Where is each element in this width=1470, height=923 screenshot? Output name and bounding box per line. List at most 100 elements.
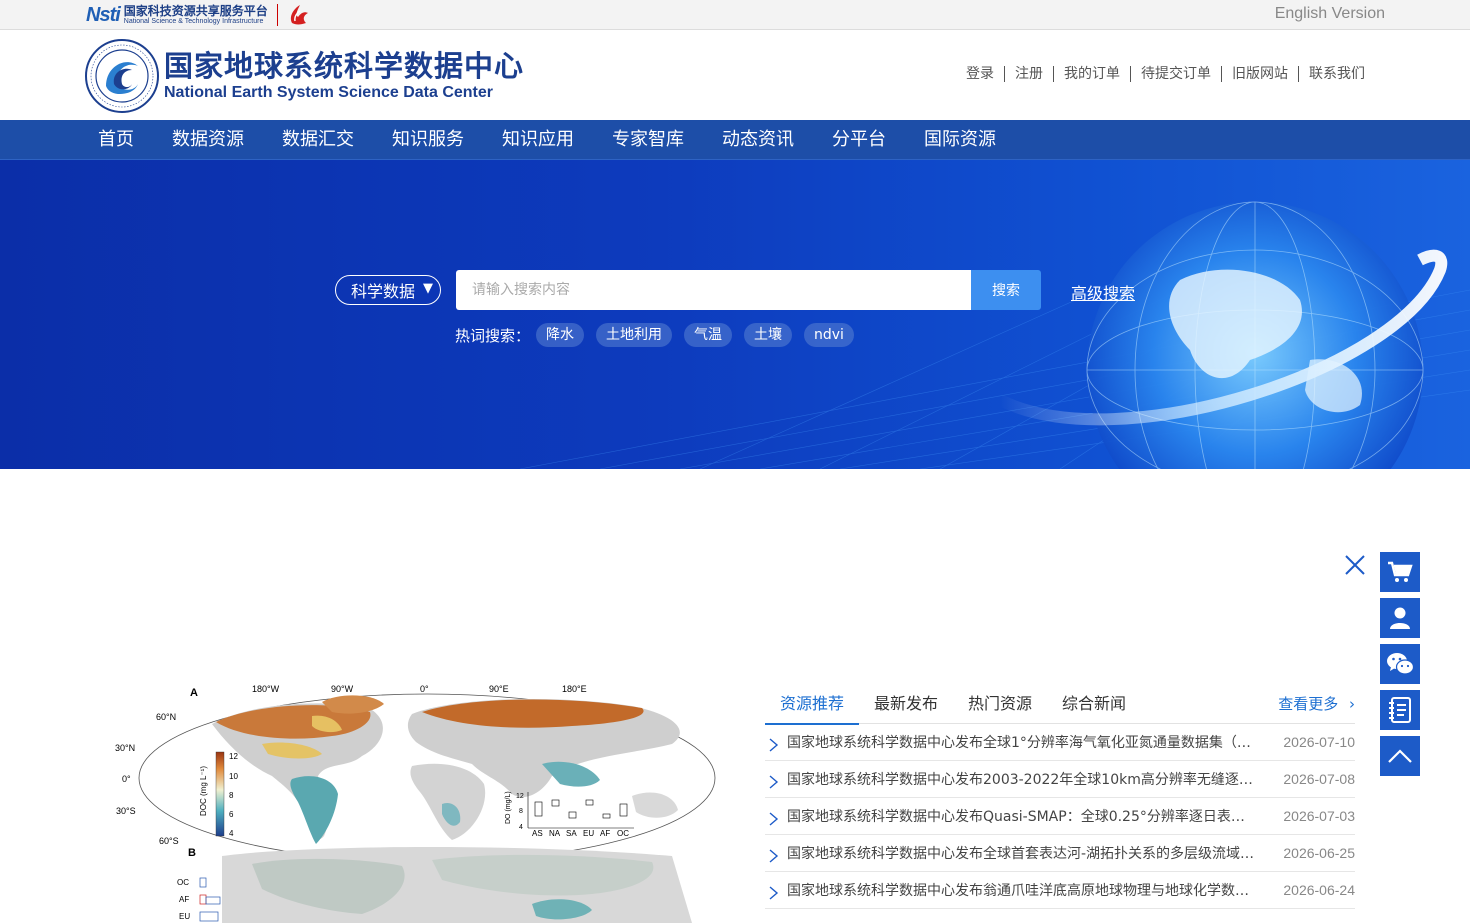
site-logo[interactable]: 国家地球系统科学数据中心 National Earth System Scien…: [84, 38, 524, 114]
advanced-search-link[interactable]: 高级搜索: [1071, 280, 1135, 304]
news-title[interactable]: 国家地球系统科学数据中心发布Quasi-SMAP：全球0.25°分辨率逐日表层…: [787, 806, 1257, 826]
news-title[interactable]: 国家地球系统科学数据中心发布翁通爪哇洋底高原地球物理与地球化学数…: [787, 880, 1257, 900]
globe-banner-art: [519, 201, 1470, 469]
news-tabs: 资源推荐 最新发布 热门资源 综合新闻 查看更多 ›: [765, 684, 1355, 725]
inset-ytick: 8: [519, 808, 523, 815]
wechat-button[interactable]: [1380, 644, 1420, 684]
lon-label: 90°E: [489, 684, 509, 694]
panel-b-category: EU: [179, 912, 190, 921]
colorbar-tick: 8: [229, 791, 234, 800]
news-date: 2026-06-25: [1283, 845, 1355, 861]
colorbar-tick: 6: [229, 810, 234, 819]
lat-label: 30°S: [116, 806, 136, 816]
inset-ytick: 12: [516, 793, 524, 800]
nsti-logo[interactable]: Nsti 国家科技资源共享服务平台 National Science & Tec…: [86, 3, 312, 27]
back-to-top-button[interactable]: [1380, 736, 1420, 776]
lat-label: 60°S: [159, 836, 179, 846]
lon-label: 180°W: [252, 684, 280, 694]
main-nav: 首页 数据资源 数据汇交 知识服务 知识应用 专家智库 动态资讯 分平台 国际资…: [0, 120, 1470, 160]
inset-ytick: 4: [519, 824, 523, 831]
site-title-cn: 国家地球系统科学数据中心: [164, 49, 525, 83]
chevron-right-icon: [769, 886, 779, 900]
nav-item-knowledge-apps[interactable]: 知识应用: [502, 120, 574, 160]
close-icon[interactable]: [1343, 553, 1367, 577]
panel-b-label: B: [188, 847, 196, 859]
nav-item-home[interactable]: 首页: [98, 120, 134, 160]
hot-tag[interactable]: 土壤: [744, 323, 792, 347]
tab-popular[interactable]: 热门资源: [953, 684, 1047, 724]
news-title[interactable]: 国家地球系统科学数据中心发布2003-2022年全球10km高分辨率无缝逐日…: [787, 769, 1257, 789]
featured-resource-map[interactable]: A 180°W 90°W 0° 90°E 180°E 60°N 30°N 0° …: [112, 684, 722, 923]
search-button[interactable]: 搜索: [971, 270, 1041, 310]
manual-button[interactable]: [1380, 690, 1420, 730]
english-version-link[interactable]: English Version: [1275, 5, 1385, 23]
tab-latest[interactable]: 最新发布: [859, 684, 953, 724]
list-item[interactable]: 国家地球系统科学数据中心发布全球首套表达河-湖拓扑关系的多层级流域… 2026-…: [765, 835, 1355, 872]
colorbar-label: DOC (mg L⁻¹): [199, 766, 208, 816]
hot-words-list: 降水 土地利用 气温 土壤 ndvi: [536, 323, 866, 347]
register-link[interactable]: 注册: [1004, 66, 1053, 82]
hot-tag[interactable]: 降水: [536, 323, 584, 347]
tab-recommended[interactable]: 资源推荐: [765, 684, 860, 725]
news-date: 2026-07-10: [1283, 734, 1355, 750]
list-item[interactable]: 国家地球系统科学数据中心发布Quasi-SMAP：全球0.25°分辨率逐日表层……: [765, 798, 1355, 835]
user-icon: [1390, 607, 1410, 629]
chevron-down-icon: ▼: [423, 281, 433, 296]
hot-tag[interactable]: 气温: [684, 323, 732, 347]
inset-category: OC: [617, 829, 629, 838]
site-header: 国家地球系统科学数据中心 National Earth System Scien…: [0, 30, 1470, 120]
nav-item-sub-platforms[interactable]: 分平台: [832, 120, 886, 160]
back-to-top-icon: [1388, 749, 1412, 763]
top-strip: Nsti 国家科技资源共享服务平台 National Science & Tec…: [0, 0, 1470, 30]
news-title[interactable]: 国家地球系统科学数据中心发布全球1°分辨率海气氧化亚氮通量数据集（…: [787, 732, 1257, 752]
search-input[interactable]: [456, 270, 972, 310]
panel-b-category: AF: [179, 895, 189, 904]
colorbar-tick: 12: [229, 752, 238, 761]
center-seal-icon: [85, 39, 159, 113]
list-item[interactable]: 国家地球系统科学数据中心发布全球1°分辨率海气氧化亚氮通量数据集（… 2026-…: [765, 724, 1355, 761]
lat-label: 0°: [122, 774, 131, 784]
lat-label: 60°N: [156, 712, 176, 722]
nav-item-data-resources[interactable]: 数据资源: [172, 120, 244, 160]
inset-category: EU: [583, 829, 594, 838]
login-link[interactable]: 登录: [956, 66, 1004, 82]
logo-divider: [276, 4, 278, 26]
colorbar-tick: 4: [229, 829, 234, 838]
contact-link[interactable]: 联系我们: [1298, 66, 1375, 82]
news-date: 2026-07-03: [1283, 808, 1355, 824]
nsti-name-en: National Science & Technology Infrastruc…: [123, 18, 264, 25]
user-button[interactable]: [1380, 598, 1420, 638]
nav-item-news[interactable]: 动态资讯: [722, 120, 794, 160]
inset-category: AS: [532, 829, 543, 838]
nav-item-knowledge-services[interactable]: 知识服务: [392, 120, 464, 160]
chevron-right-icon: [769, 775, 779, 789]
nsti-name-cn: 国家科技资源共享服务平台: [123, 4, 268, 18]
list-item[interactable]: 国家地球系统科学数据中心发布翁通爪哇洋底高原地球物理与地球化学数… 2026-0…: [765, 872, 1355, 909]
view-more-link[interactable]: 查看更多 ›: [1278, 684, 1355, 724]
cart-button[interactable]: [1380, 552, 1420, 592]
nav-item-experts[interactable]: 专家智库: [612, 120, 684, 160]
manual-icon: [1389, 697, 1411, 723]
tab-general-news[interactable]: 综合新闻: [1047, 684, 1141, 724]
floating-toolbar: [1380, 552, 1420, 782]
list-item[interactable]: 国家地球系统科学数据中心发布2003-2022年全球10km高分辨率无缝逐日… …: [765, 761, 1355, 798]
chevron-right-icon: [769, 812, 779, 826]
old-site-link[interactable]: 旧版网站: [1221, 66, 1298, 82]
chevron-right-icon: [769, 738, 779, 752]
nav-item-data-submission[interactable]: 数据汇交: [282, 120, 354, 160]
lon-label: 0°: [420, 684, 429, 694]
hot-tag[interactable]: 土地利用: [596, 323, 672, 347]
news-title[interactable]: 国家地球系统科学数据中心发布全球首套表达河-湖拓扑关系的多层级流域…: [787, 843, 1257, 863]
lon-label: 180°E: [562, 684, 587, 694]
nav-item-international[interactable]: 国际资源: [924, 120, 996, 160]
search-type-select[interactable]: 科学数据 ▼: [335, 275, 441, 305]
inset-category: AF: [600, 829, 610, 838]
my-orders-link[interactable]: 我的订单: [1053, 66, 1130, 82]
hot-words-label: 热词搜索：: [455, 327, 531, 345]
lon-label: 90°W: [331, 684, 354, 694]
panel-a-label: A: [190, 687, 198, 699]
hot-tag[interactable]: ndvi: [804, 323, 854, 347]
inset-ylabel: DO (mg/L): [505, 791, 512, 824]
pending-orders-link[interactable]: 待提交订单: [1130, 66, 1221, 82]
inset-category: SA: [566, 829, 577, 838]
